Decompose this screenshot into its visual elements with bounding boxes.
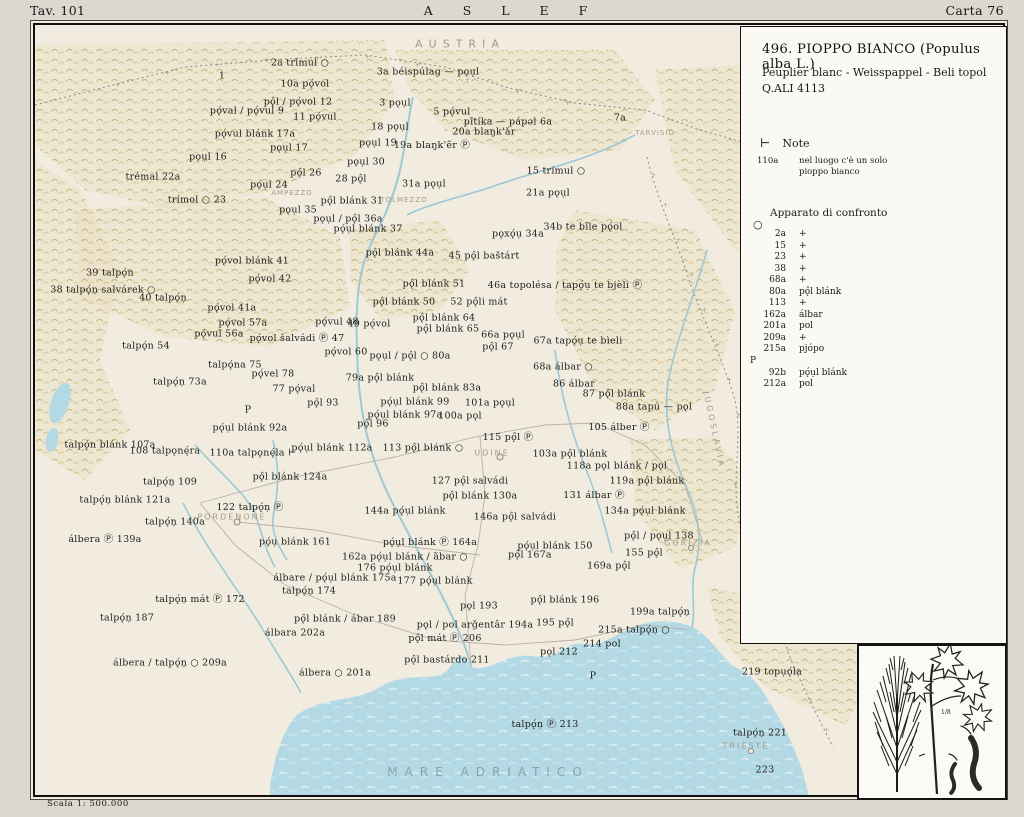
- apparato-point-number: 38: [746, 264, 786, 276]
- svg-text:+: +: [824, 727, 829, 734]
- apparato-point-number: 2a: [746, 229, 786, 241]
- apparato-value: pol: [799, 379, 813, 391]
- apparato-value: +: [799, 229, 807, 241]
- apparato-point-number: 113: [746, 298, 786, 310]
- figure-scale: 1/8: [941, 709, 951, 716]
- apparato-point-number: 209a: [746, 333, 786, 345]
- apparato-point-number: 92b: [746, 368, 786, 380]
- apparato-list: 2a +15 +23 +38 +68a +80a pǫ̂l blánk 113 +162a álb…: [746, 229, 847, 391]
- apparato-value: +: [799, 333, 807, 345]
- apparato-value: pjópo: [799, 344, 824, 356]
- svg-text:+: +: [315, 55, 320, 62]
- svg-text:+: +: [676, 237, 681, 244]
- apparato-value: +: [799, 241, 807, 253]
- apparato-point-number: 15: [746, 241, 786, 253]
- apparato-value: pǫ̂l blánk: [799, 287, 841, 299]
- apparato-point-number: 162a: [746, 310, 786, 322]
- apparato-point-number: P: [746, 356, 790, 368]
- apparato-row: 212a pol: [746, 379, 847, 391]
- apparato-row: 38 +: [746, 264, 847, 276]
- apparato-value: +: [799, 252, 807, 264]
- svg-text:+: +: [715, 342, 720, 349]
- svg-text:+: +: [365, 54, 370, 61]
- questionnaire-code: Q.ALI 4113: [762, 82, 825, 95]
- apparato-row: 113 +: [746, 298, 847, 310]
- legend-panel: 496. PIOPPO BIANCO (Populus alba L.) Peu…: [740, 26, 1007, 644]
- apparato-value: +: [799, 275, 807, 287]
- apparato-row: 2a +: [746, 229, 847, 241]
- apparato-row: 162a álbar: [746, 310, 847, 322]
- botanical-inset: 1/8: [857, 644, 1007, 800]
- apparato-row: 215a pjópo: [746, 344, 847, 356]
- apparato-value: pol: [799, 321, 813, 333]
- apparato-row: 80a pǫ̂l blánk: [746, 287, 847, 299]
- apparato-value: álbar: [799, 310, 823, 322]
- svg-text:+: +: [215, 62, 220, 69]
- apparato-point-number: 212a: [746, 379, 786, 391]
- apparato-value: +: [799, 298, 807, 310]
- svg-text:+: +: [663, 202, 668, 209]
- map-scale: Scala 1: 500.000: [47, 799, 129, 809]
- carta-number: Carta 76: [945, 3, 1004, 18]
- apparato-row: 92b pǫ́ụl blánk: [746, 368, 847, 380]
- atlas-title: A S L E F: [424, 3, 601, 18]
- apparato-value: +: [799, 264, 807, 276]
- note-entry: 110a nel luogo c'è un solo pioppo bianco: [757, 156, 903, 177]
- svg-text:+: +: [689, 272, 694, 279]
- map-subtitle: Peuplier blanc - Weisspappel - Beli topo…: [762, 66, 986, 79]
- tree-silhouette: [873, 656, 925, 792]
- note-entry-number: 110a: [757, 156, 785, 177]
- apparato-row: 23 +: [746, 252, 847, 264]
- apparato-title: Apparato di confronto: [770, 207, 887, 219]
- svg-text:+: +: [808, 697, 813, 704]
- svg-text:+: +: [515, 89, 520, 96]
- svg-text:+: +: [265, 57, 270, 64]
- svg-text:+: +: [415, 62, 420, 69]
- note-header: ⊢ Note: [760, 136, 810, 150]
- poplar-illustration: 1/8: [859, 646, 1005, 798]
- svg-text:+: +: [651, 172, 656, 179]
- svg-text:+: +: [165, 70, 170, 77]
- apparato-row: 201a pol: [746, 321, 847, 333]
- svg-text:+: +: [733, 482, 738, 489]
- apparato-point-number: 68a: [746, 275, 786, 287]
- apparato-row: 15 +: [746, 241, 847, 253]
- svg-text:+: +: [796, 667, 801, 674]
- note-entry-text: nel luogo c'è un solo pioppo bianco: [799, 156, 903, 177]
- svg-text:+: +: [565, 100, 570, 107]
- apparato-row: 209a +: [746, 333, 847, 345]
- apparato-point-number: 215a: [746, 344, 786, 356]
- svg-text:+: +: [727, 377, 732, 384]
- tav-number: Tav. 101: [30, 3, 85, 18]
- svg-text:+: +: [465, 77, 470, 84]
- apparato-row: P: [746, 356, 847, 368]
- note-title: Note: [782, 137, 809, 150]
- apparato-point-number: 23: [746, 252, 786, 264]
- apparato-value: pǫ́ụl blánk: [799, 368, 847, 380]
- apparato-point-number: 80a: [746, 287, 786, 299]
- apparato-row: 68a +: [746, 275, 847, 287]
- note-marker-icon: ⊢: [760, 136, 770, 150]
- catkins: [949, 726, 979, 793]
- svg-text:+: +: [702, 307, 707, 314]
- svg-text:+: +: [115, 82, 120, 89]
- apparato-point-number: 201a: [746, 321, 786, 333]
